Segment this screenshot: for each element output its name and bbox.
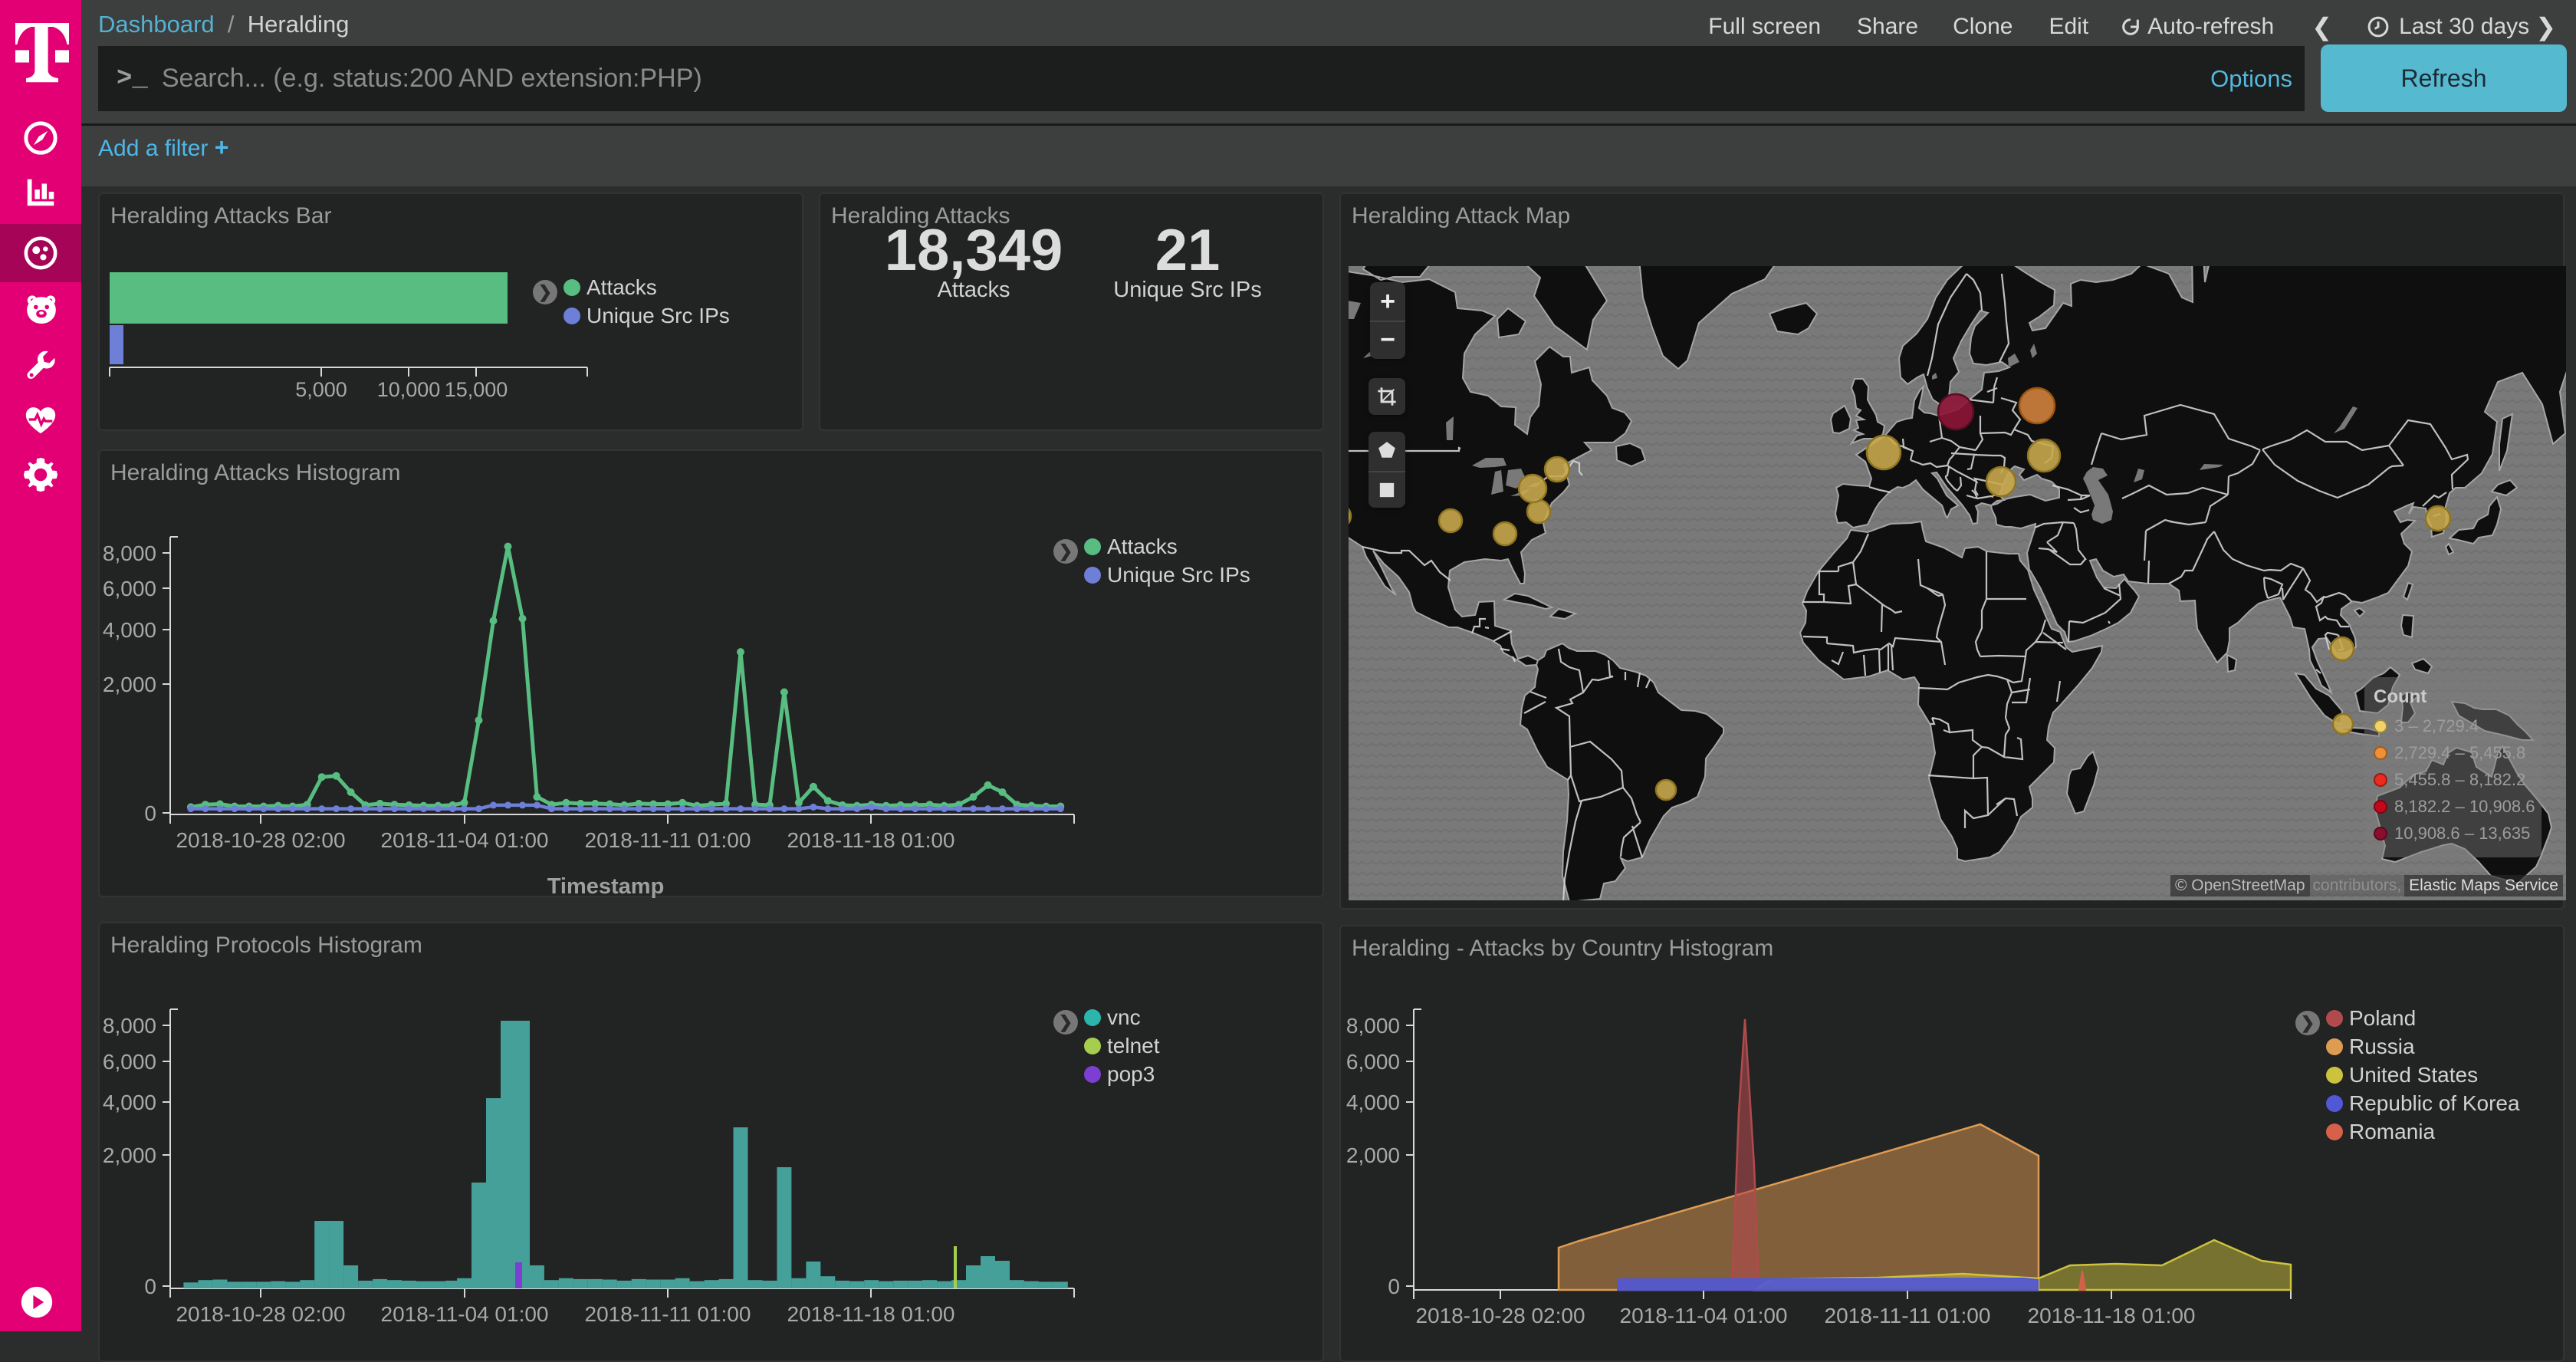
svg-text:6,000: 6,000	[103, 1050, 156, 1074]
svg-text:15,000: 15,000	[445, 378, 508, 401]
svg-text:4,000: 4,000	[103, 1091, 156, 1114]
svg-text:0: 0	[1388, 1275, 1400, 1298]
svg-text:10,000: 10,000	[377, 378, 441, 401]
svg-text:2018-11-04 01:00: 2018-11-04 01:00	[1620, 1304, 1788, 1327]
svg-text:2018-11-18 01:00: 2018-11-18 01:00	[2028, 1304, 2196, 1327]
svg-text:2,000: 2,000	[1346, 1143, 1400, 1167]
svg-text:2018-11-04 01:00: 2018-11-04 01:00	[381, 1302, 549, 1326]
svg-text:2018-11-04 01:00: 2018-11-04 01:00	[381, 828, 549, 852]
svg-text:2018-10-28 02:00: 2018-10-28 02:00	[176, 1302, 345, 1326]
svg-text:6,000: 6,000	[103, 577, 156, 600]
svg-text:2018-10-28 02:00: 2018-10-28 02:00	[176, 828, 345, 852]
svg-text:4,000: 4,000	[103, 618, 156, 642]
svg-text:5,000: 5,000	[295, 378, 347, 401]
svg-text:2018-11-18 01:00: 2018-11-18 01:00	[787, 1302, 955, 1326]
svg-text:6,000: 6,000	[1346, 1050, 1400, 1074]
svg-text:2018-11-11 01:00: 2018-11-11 01:00	[585, 828, 751, 852]
svg-text:8,000: 8,000	[1346, 1014, 1400, 1038]
svg-text:2018-11-18 01:00: 2018-11-18 01:00	[787, 828, 955, 852]
svg-text:2018-11-11 01:00: 2018-11-11 01:00	[1825, 1304, 1991, 1327]
svg-text:2,000: 2,000	[103, 1143, 156, 1167]
svg-text:0: 0	[144, 1275, 156, 1298]
svg-text:0: 0	[144, 801, 156, 825]
svg-text:2,000: 2,000	[103, 673, 156, 696]
svg-text:2018-10-28 02:00: 2018-10-28 02:00	[1415, 1304, 1585, 1327]
svg-text:4,000: 4,000	[1346, 1091, 1400, 1114]
svg-text:Timestamp: Timestamp	[547, 874, 665, 899]
svg-text:8,000: 8,000	[103, 541, 156, 565]
svg-text:8,000: 8,000	[103, 1014, 156, 1038]
svg-text:Timestamp: Timestamp	[547, 1328, 665, 1331]
svg-text:2018-11-11 01:00: 2018-11-11 01:00	[585, 1302, 751, 1326]
